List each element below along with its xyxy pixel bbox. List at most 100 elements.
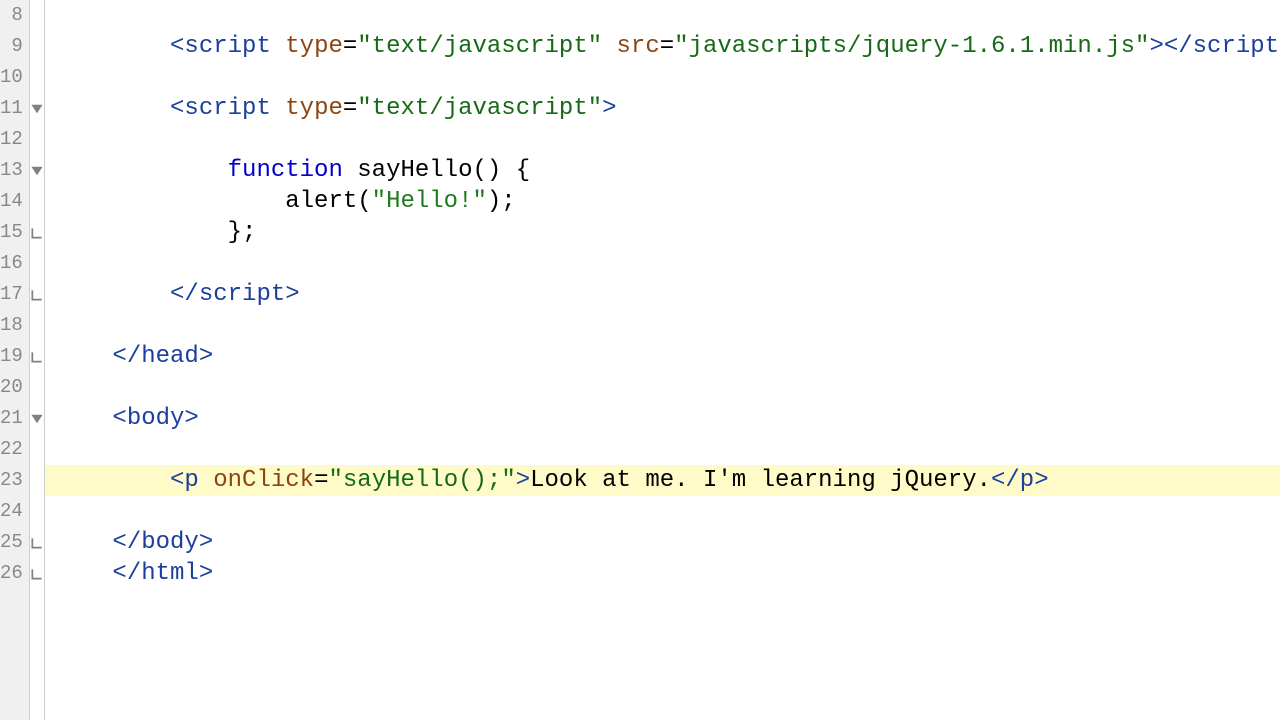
token-punc: ); — [487, 188, 516, 215]
code-line[interactable]: </body> — [45, 527, 1280, 558]
line-number: 18 — [0, 310, 29, 341]
line-number: 10 — [0, 62, 29, 93]
token-attrval: "javascripts/jquery-1.6.1.min.js" — [674, 33, 1149, 60]
code-line[interactable] — [45, 310, 1280, 341]
fold-empty — [30, 186, 44, 217]
token-tag: > — [602, 95, 616, 122]
line-number: 11 — [0, 93, 29, 124]
line-number: 16 — [0, 248, 29, 279]
line-number: 19 — [0, 341, 29, 372]
fold-empty — [30, 124, 44, 155]
line-number: 25 — [0, 527, 29, 558]
fold-end-icon — [30, 217, 44, 248]
token-punc: ; — [242, 219, 256, 246]
token-str: "Hello!" — [372, 188, 487, 215]
token-punc: () — [472, 157, 501, 184]
token-punc — [602, 33, 616, 60]
token-attrval: "sayHello();" — [328, 467, 515, 494]
fold-empty — [30, 434, 44, 465]
token-attr: type — [285, 95, 343, 122]
token-tag: <script — [170, 95, 271, 122]
code-line[interactable] — [45, 248, 1280, 279]
code-line[interactable] — [45, 0, 1280, 31]
token-tag: </html> — [112, 560, 213, 587]
fold-end-icon — [30, 279, 44, 310]
line-number: 8 — [0, 0, 29, 31]
token-txt: Look at me. I'm learning jQuery. — [530, 467, 991, 494]
line-number: 14 — [0, 186, 29, 217]
code-line[interactable]: }; — [45, 217, 1280, 248]
token-tag: </script> — [170, 281, 300, 308]
token-punc — [501, 157, 515, 184]
code-line[interactable]: function sayHello() { — [45, 155, 1280, 186]
code-line[interactable] — [45, 496, 1280, 527]
code-line[interactable]: <p onClick="sayHello();">Look at me. I'm… — [45, 465, 1280, 496]
fold-end-icon — [30, 527, 44, 558]
code-line[interactable] — [45, 124, 1280, 155]
code-editor[interactable]: 891011121314151617181920212223242526 <sc… — [0, 0, 1280, 720]
code-line[interactable] — [45, 372, 1280, 403]
token-bracket: } — [228, 219, 242, 246]
token-punc: = — [343, 33, 357, 60]
code-line[interactable]: </head> — [45, 341, 1280, 372]
token-punc — [199, 467, 213, 494]
token-fn: alert — [285, 188, 357, 215]
token-tag: <body> — [112, 405, 198, 432]
token-bracket: { — [516, 157, 530, 184]
line-number: 21 — [0, 403, 29, 434]
token-punc — [271, 95, 285, 122]
fold-empty — [30, 372, 44, 403]
fold-down-icon[interactable] — [30, 403, 44, 434]
code-line[interactable]: <script type="text/javascript"> — [45, 93, 1280, 124]
token-tag: > — [1149, 33, 1163, 60]
token-attr: onClick — [213, 467, 314, 494]
fold-down-icon[interactable] — [30, 93, 44, 124]
token-attrval: "text/javascript" — [357, 95, 602, 122]
token-punc — [343, 157, 357, 184]
fold-empty — [30, 31, 44, 62]
line-number: 13 — [0, 155, 29, 186]
fold-empty — [30, 62, 44, 93]
line-number: 20 — [0, 372, 29, 403]
token-attr: src — [617, 33, 660, 60]
fold-end-icon — [30, 558, 44, 589]
line-number: 15 — [0, 217, 29, 248]
token-fn: sayHello — [357, 157, 472, 184]
token-tag: <p — [170, 467, 199, 494]
token-punc: = — [343, 95, 357, 122]
fold-empty — [30, 496, 44, 527]
fold-end-icon — [30, 341, 44, 372]
line-number-gutter: 891011121314151617181920212223242526 — [0, 0, 30, 720]
code-line[interactable]: </script> — [45, 279, 1280, 310]
line-number: 23 — [0, 465, 29, 496]
token-punc: = — [660, 33, 674, 60]
fold-gutter — [30, 0, 45, 720]
token-punc — [271, 33, 285, 60]
line-number: 17 — [0, 279, 29, 310]
fold-empty — [30, 248, 44, 279]
code-line[interactable]: alert("Hello!"); — [45, 186, 1280, 217]
line-number: 26 — [0, 558, 29, 589]
fold-down-icon[interactable] — [30, 155, 44, 186]
line-number: 9 — [0, 31, 29, 62]
token-kw: function — [228, 157, 343, 184]
code-area[interactable]: <script type="text/javascript" src="java… — [45, 0, 1280, 720]
code-line[interactable]: </html> — [45, 558, 1280, 589]
token-tag: </p> — [991, 467, 1049, 494]
token-tag: <script — [170, 33, 271, 60]
line-number: 12 — [0, 124, 29, 155]
fold-empty — [30, 0, 44, 31]
token-punc: = — [314, 467, 328, 494]
token-punc: ( — [357, 188, 371, 215]
token-tag: </body> — [112, 529, 213, 556]
code-line[interactable]: <script type="text/javascript" src="java… — [45, 31, 1280, 62]
token-tag: </script> — [1164, 33, 1280, 60]
token-tag: > — [516, 467, 530, 494]
code-line[interactable] — [45, 62, 1280, 93]
code-line[interactable] — [45, 434, 1280, 465]
token-attr: type — [285, 33, 343, 60]
fold-empty — [30, 310, 44, 341]
token-attrval: "text/javascript" — [357, 33, 602, 60]
code-line[interactable]: <body> — [45, 403, 1280, 434]
line-number: 24 — [0, 496, 29, 527]
